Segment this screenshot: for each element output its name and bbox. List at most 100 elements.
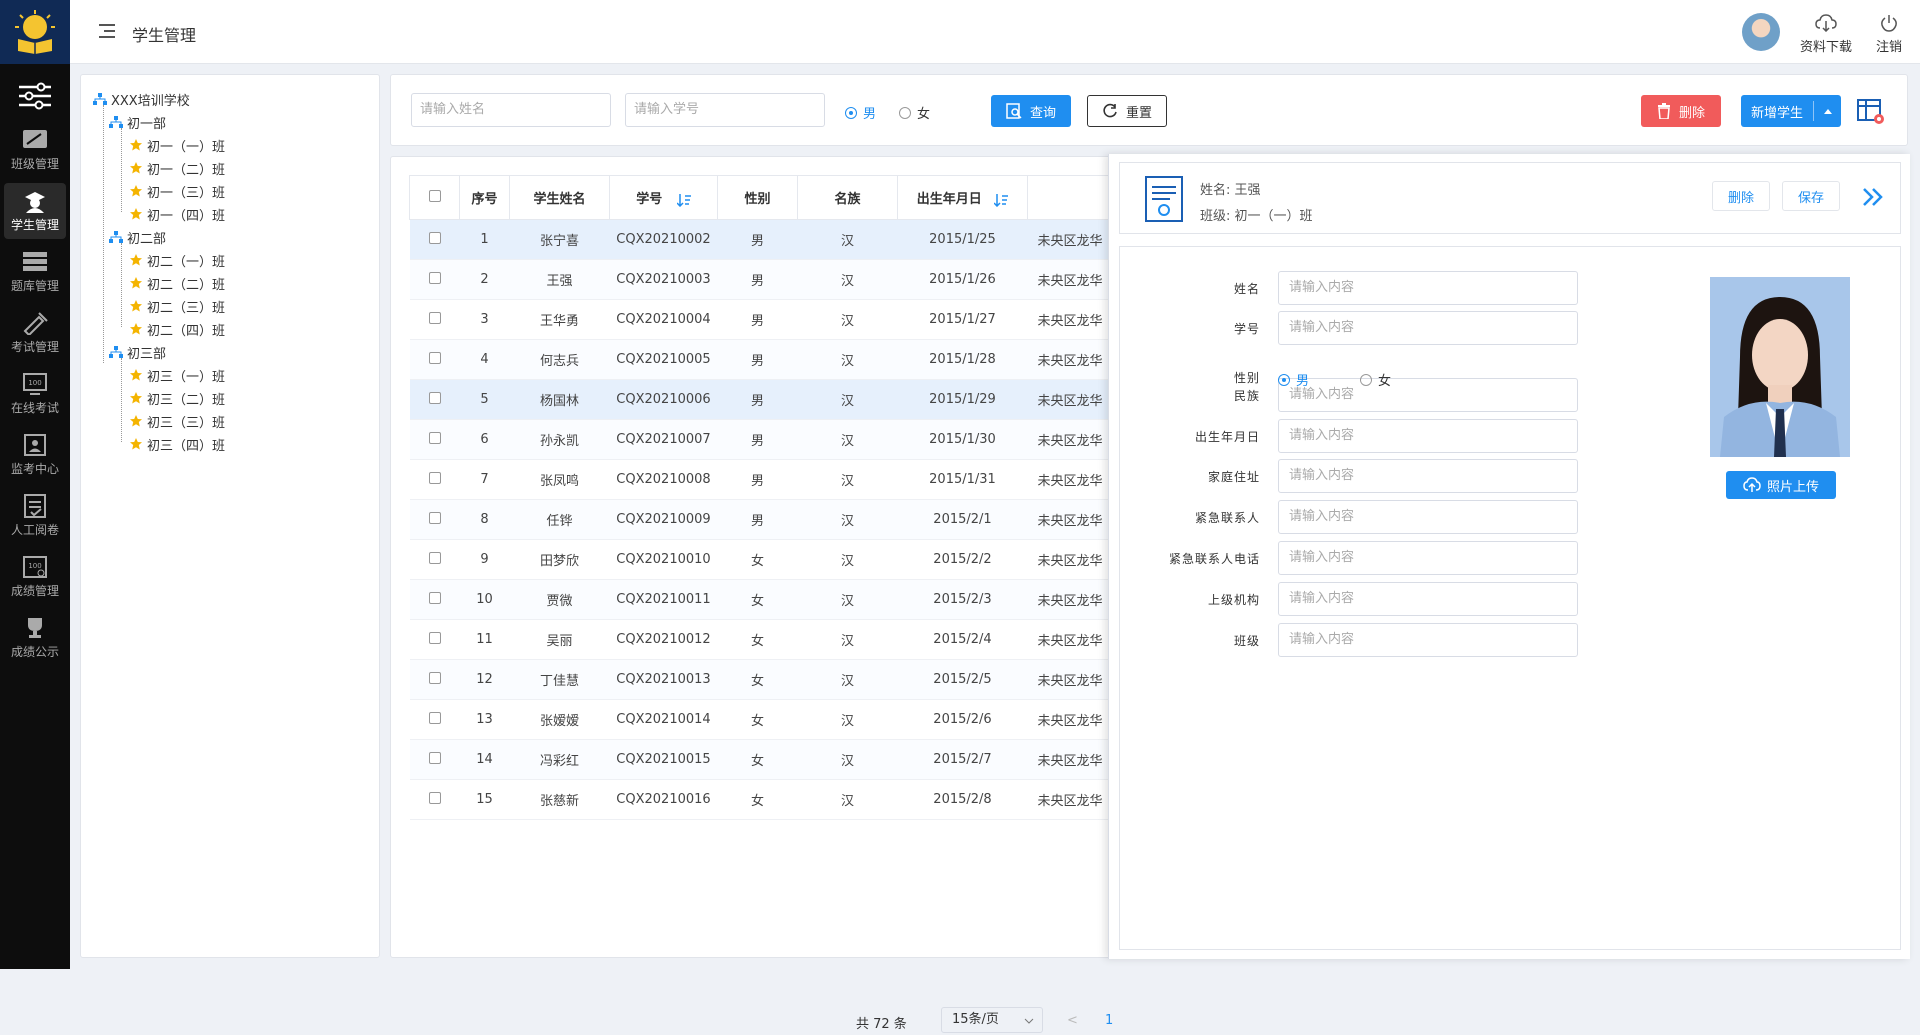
row-checkbox[interactable] <box>428 271 441 284</box>
table-row[interactable]: 5 杨国林 CQX20210006 男汉 2015/1/29 未央区龙华 <box>409 379 1110 420</box>
tree-class-item[interactable]: 初二（二）班 <box>129 273 225 293</box>
row-checkbox[interactable] <box>428 471 441 484</box>
sort-icon[interactable] <box>993 193 1009 207</box>
col-header-id[interactable]: 学号 <box>609 175 718 220</box>
caret-up-icon[interactable] <box>1823 107 1833 115</box>
row-checkbox[interactable] <box>428 631 441 644</box>
row-checkbox[interactable] <box>428 231 441 244</box>
settings-sliders-icon[interactable] <box>17 82 53 110</box>
id-search-input[interactable]: 请输入学号 <box>625 93 825 127</box>
tree-class-item[interactable]: 初三（四）班 <box>129 434 225 454</box>
field-input[interactable]: 请输入内容 <box>1278 271 1578 305</box>
table-row[interactable]: 12 丁佳慧 CQX20210013 女汉 2015/2/5 未央区龙华 <box>409 659 1110 700</box>
collapse-drawer-icon[interactable] <box>1862 187 1884 207</box>
sidebar-item-grading[interactable]: 人工阅卷 <box>4 488 66 544</box>
field-input[interactable]: 请输入内容 <box>1278 459 1578 493</box>
user-avatar[interactable] <box>1742 13 1780 51</box>
tree-group[interactable]: 初三部 <box>109 342 166 362</box>
detail-gender-male-radio[interactable]: 男 <box>1278 370 1309 389</box>
table-row[interactable]: 11 吴丽 CQX20210012 女汉 2015/2/4 未央区龙华 <box>409 619 1110 660</box>
row-select-cell[interactable] <box>409 699 460 740</box>
table-row[interactable]: 15 张慈新 CQX20210016 女汉 2015/2/8 未央区龙华 <box>409 779 1110 820</box>
row-select-cell[interactable] <box>409 779 460 820</box>
tree-group[interactable]: 初一部 <box>109 112 166 132</box>
row-checkbox[interactable] <box>428 511 441 524</box>
select-all-header[interactable] <box>409 175 460 220</box>
menu-icon[interactable] <box>98 22 116 40</box>
tree-root[interactable]: XXX培训学校 <box>93 89 190 109</box>
row-checkbox[interactable] <box>428 711 441 724</box>
delete-button[interactable]: 删除 <box>1641 95 1721 127</box>
row-select-cell[interactable] <box>409 539 460 580</box>
table-row[interactable]: 1 张宁喜 CQX20210002 男汉 2015/1/25 未央区龙华 <box>409 219 1110 260</box>
row-select-cell[interactable] <box>409 659 460 700</box>
table-row[interactable]: 6 孙永凯 CQX20210007 男汉 2015/1/30 未央区龙华 <box>409 419 1110 460</box>
field-input[interactable]: 请输入内容 <box>1278 582 1578 616</box>
page-number-current[interactable]: 1 <box>1105 1013 1113 1028</box>
sidebar-item-publish[interactable]: 成绩公示 <box>4 610 66 666</box>
row-select-cell[interactable] <box>409 419 460 460</box>
row-select-cell[interactable] <box>409 499 460 540</box>
row-checkbox[interactable] <box>428 391 441 404</box>
row-select-cell[interactable] <box>409 379 460 420</box>
sidebar-item-student[interactable]: 学生管理 <box>4 183 66 239</box>
row-checkbox[interactable] <box>428 751 441 764</box>
row-select-cell[interactable] <box>409 579 460 620</box>
field-input[interactable]: 请输入内容 <box>1278 623 1578 657</box>
tree-class-item[interactable]: 初二（四）班 <box>129 319 225 339</box>
gender-female-radio[interactable]: 女 <box>899 103 930 122</box>
select-all-checkbox[interactable] <box>428 189 441 202</box>
row-checkbox[interactable] <box>428 671 441 684</box>
name-search-input[interactable]: 请输入姓名 <box>411 93 611 127</box>
table-row[interactable]: 8 任铧 CQX20210009 男汉 2015/2/1 未央区龙华 <box>409 499 1110 540</box>
table-row[interactable]: 13 张嫒嫒 CQX20210014 女汉 2015/2/6 未央区龙华 <box>409 699 1110 740</box>
row-select-cell[interactable] <box>409 739 460 780</box>
row-select-cell[interactable] <box>409 219 460 260</box>
detail-gender-female-radio[interactable]: 女 <box>1360 370 1391 389</box>
tree-class-item[interactable]: 初一（四）班 <box>129 204 225 224</box>
table-row[interactable]: 14 冯彩红 CQX20210015 女汉 2015/2/7 未央区龙华 <box>409 739 1110 780</box>
detail-save-button[interactable]: 保存 <box>1782 181 1840 211</box>
sidebar-item-score[interactable]: 100 成绩管理 <box>4 549 66 605</box>
table-settings-icon[interactable] <box>1857 97 1885 125</box>
table-row[interactable]: 9 田梦欣 CQX20210010 女汉 2015/2/2 未央区龙华 <box>409 539 1110 580</box>
table-row[interactable]: 10 贾微 CQX20210011 女汉 2015/2/3 未央区龙华 <box>409 579 1110 620</box>
sidebar-item-proctor[interactable]: 监考中心 <box>4 427 66 483</box>
row-checkbox[interactable] <box>428 591 441 604</box>
detail-delete-button[interactable]: 删除 <box>1712 181 1770 211</box>
row-checkbox[interactable] <box>428 791 441 804</box>
sort-icon[interactable] <box>676 193 691 207</box>
sidebar-item-class[interactable]: 班级管理 <box>4 122 66 178</box>
tree-class-item[interactable]: 初二（一）班 <box>129 250 225 270</box>
tree-class-item[interactable]: 初一（一）班 <box>129 135 225 155</box>
row-select-cell[interactable] <box>409 259 460 300</box>
row-checkbox[interactable] <box>428 551 441 564</box>
sidebar-item-online-exam[interactable]: 100 在线考试 <box>4 366 66 422</box>
row-select-cell[interactable] <box>409 619 460 660</box>
tree-class-item[interactable]: 初三（一）班 <box>129 365 225 385</box>
field-input[interactable]: 请输入内容 <box>1278 378 1578 412</box>
sidebar-item-exam[interactable]: 考试管理 <box>4 305 66 361</box>
row-select-cell[interactable] <box>409 339 460 380</box>
reset-button[interactable]: 重置 <box>1087 95 1167 127</box>
table-row[interactable]: 3 王华勇 CQX20210004 男汉 2015/1/27 未央区龙华 <box>409 299 1110 340</box>
add-student-button[interactable]: 新增学生 <box>1741 95 1841 127</box>
tree-class-item[interactable]: 初一（二）班 <box>129 158 225 178</box>
table-row[interactable]: 7 张凤鸣 CQX20210008 男汉 2015/1/31 未央区龙华 <box>409 459 1110 500</box>
row-select-cell[interactable] <box>409 459 460 500</box>
field-input[interactable]: 请输入内容 <box>1278 311 1578 345</box>
row-select-cell[interactable] <box>409 299 460 340</box>
table-row[interactable]: 2 王强 CQX20210003 男汉 2015/1/26 未央区龙华 <box>409 259 1110 300</box>
prev-page-button[interactable]: < <box>1067 1013 1078 1028</box>
tree-class-item[interactable]: 初二（三）班 <box>129 296 225 316</box>
download-button[interactable]: 资料下载 <box>1800 14 1852 55</box>
sidebar-item-question-bank[interactable]: 题库管理 <box>4 244 66 300</box>
query-button[interactable]: 查询 <box>991 95 1071 127</box>
table-row[interactable]: 4 何志兵 CQX20210005 男汉 2015/1/28 未央区龙华 <box>409 339 1110 380</box>
page-size-select[interactable]: 15条/页 <box>941 1007 1043 1033</box>
row-checkbox[interactable] <box>428 431 441 444</box>
row-checkbox[interactable] <box>428 311 441 324</box>
row-checkbox[interactable] <box>428 351 441 364</box>
tree-group[interactable]: 初二部 <box>109 227 166 247</box>
field-input[interactable]: 请输入内容 <box>1278 419 1578 453</box>
